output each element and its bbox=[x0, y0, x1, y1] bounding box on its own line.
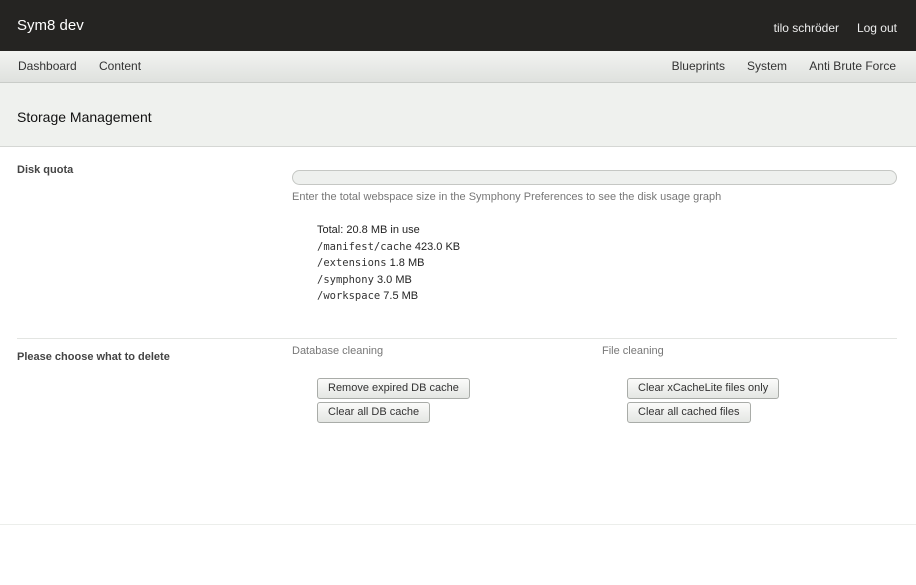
usage-entry: /workspace 7.5 MB bbox=[317, 288, 460, 305]
page-title: Storage Management bbox=[17, 109, 152, 125]
usage-entry: /symphony 3.0 MB bbox=[317, 272, 460, 289]
logout-link[interactable]: Log out bbox=[857, 21, 897, 35]
disk-quota-label: Disk quota bbox=[17, 164, 74, 176]
usage-size: 3.0 MB bbox=[376, 273, 412, 286]
usage-path: /workspace bbox=[317, 290, 381, 303]
usage-path: /extensions bbox=[317, 257, 387, 270]
database-cleaning-heading: Database cleaning bbox=[292, 345, 384, 357]
nav-item-content[interactable]: Content bbox=[99, 59, 141, 73]
disk-usage-bar bbox=[292, 170, 897, 185]
nav-item-anti-brute-force[interactable]: Anti Brute Force bbox=[809, 59, 896, 73]
user-name-link[interactable]: tilo schröder bbox=[774, 21, 839, 35]
page-header: Storage Management bbox=[0, 83, 916, 147]
site-title[interactable]: Sym8 dev bbox=[17, 17, 84, 34]
clear-xcachelite-files-button[interactable]: Clear xCacheLite files only bbox=[627, 378, 780, 399]
section-divider bbox=[17, 338, 897, 339]
clear-all-db-cache-button[interactable]: Clear all DB cache bbox=[317, 402, 431, 423]
footer-divider bbox=[0, 524, 916, 525]
remove-expired-db-cache-button[interactable]: Remove expired DB cache bbox=[317, 378, 470, 399]
usage-size: 423.0 KB bbox=[414, 240, 461, 253]
usage-entry: /manifest/cache 423.0 KB bbox=[317, 239, 460, 256]
usage-size: 1.8 MB bbox=[389, 257, 425, 270]
nav-item-system[interactable]: System bbox=[747, 59, 787, 73]
usage-path: /symphony bbox=[317, 273, 374, 286]
nav-item-dashboard[interactable]: Dashboard bbox=[18, 59, 77, 73]
file-cleaning-heading: File cleaning bbox=[602, 345, 664, 357]
usage-size: 7.5 MB bbox=[383, 290, 419, 303]
disk-usage-list: Total: 20.8 MB in use /manifest/cache 42… bbox=[317, 222, 460, 305]
main-navigation: Dashboard Content Blueprints System Anti… bbox=[0, 51, 916, 83]
top-bar: Sym8 dev tilo schröder Log out bbox=[0, 0, 916, 51]
nav-item-blueprints[interactable]: Blueprints bbox=[672, 59, 725, 73]
usage-total: Total: 20.8 MB in use bbox=[317, 224, 420, 236]
disk-quota-hint: Enter the total webspace size in the Sym… bbox=[292, 191, 722, 203]
usage-path: /manifest/cache bbox=[317, 240, 412, 253]
clear-all-cached-files-button[interactable]: Clear all cached files bbox=[627, 402, 751, 423]
usage-entry: /extensions 1.8 MB bbox=[317, 255, 460, 272]
delete-section-label: Please choose what to delete bbox=[17, 351, 170, 363]
